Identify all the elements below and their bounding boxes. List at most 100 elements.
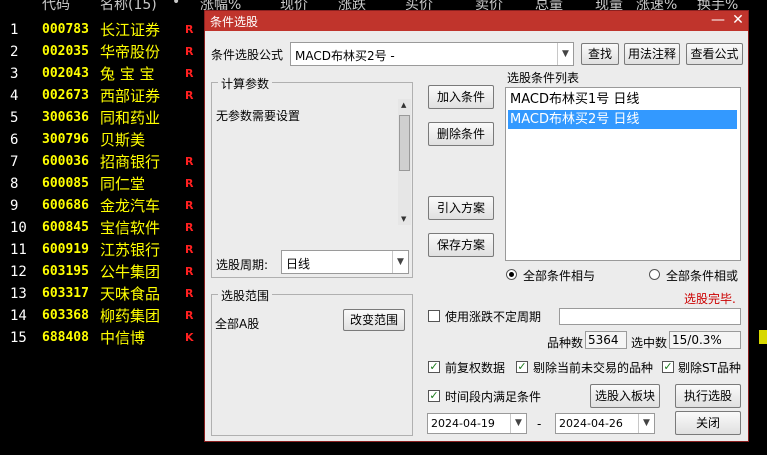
stock-code: 600036: [42, 154, 89, 169]
stock-index: 13: [10, 286, 27, 302]
stock-code: 000783: [42, 22, 89, 37]
stock-name: 贝斯美: [100, 131, 146, 149]
condition-list[interactable]: MACD布林买1号 日线 MACD布林买2号 日线: [505, 87, 741, 261]
stock-index: 2: [10, 44, 19, 60]
irregular-period-field[interactable]: [559, 308, 741, 325]
stock-name: 宝信软件: [100, 219, 161, 237]
irregular-period-checkbox[interactable]: [428, 310, 440, 322]
range-group-title: 选股范围: [218, 287, 273, 304]
stock-index: 6: [10, 132, 19, 148]
stock-code: 002673: [42, 88, 89, 103]
stock-mark: R: [185, 45, 194, 58]
forward-adjust-label: 前复权数据: [445, 361, 506, 375]
radio-or[interactable]: [649, 269, 660, 280]
stock-name: 同和药业: [100, 109, 161, 127]
stock-code: 603317: [42, 286, 89, 301]
count-label: 品种数: [547, 336, 584, 350]
scroll-down-icon[interactable]: ▼: [401, 215, 406, 223]
stock-index: 3: [10, 66, 19, 82]
chevron-down-icon[interactable]: ▼: [557, 43, 573, 65]
stock-mark: K: [185, 331, 194, 344]
time-range-label: 时间段内满足条件: [445, 390, 542, 404]
condition-list-title: 选股条件列表: [507, 71, 580, 85]
dialog-titlebar[interactable]: 条件选股 — ✕: [205, 11, 748, 31]
stock-name: 长江证券: [100, 21, 161, 39]
stock-code: 600686: [42, 198, 89, 213]
radio-and[interactable]: [506, 269, 517, 280]
import-plan-button[interactable]: 引入方案: [428, 196, 494, 220]
remove-st-checkbox[interactable]: ✓: [662, 361, 674, 373]
add-condition-button[interactable]: 加入条件: [428, 85, 494, 109]
minimize-icon[interactable]: —: [710, 12, 726, 29]
col-header-name[interactable]: 名称(15): [100, 0, 157, 14]
stock-mark: R: [185, 23, 194, 36]
stock-mark: R: [185, 89, 194, 102]
stock-index: 12: [10, 264, 27, 280]
formula-select[interactable]: MACD布林买2号 - ▼: [290, 42, 574, 66]
stock-mark: R: [185, 67, 194, 80]
date-from-chevron-icon[interactable]: ▼: [510, 414, 526, 433]
stock-name: 兔 宝 宝: [100, 65, 155, 83]
usage-notes-button[interactable]: 用法注释: [624, 43, 680, 65]
selected-field: 15/0.3%: [669, 331, 741, 349]
range-value: 全部A股: [215, 317, 260, 331]
date-to-picker[interactable]: 2024-04-26 ▼: [555, 413, 655, 434]
date-to-chevron-icon[interactable]: ▼: [638, 414, 654, 433]
stock-name: 中信博: [100, 329, 146, 347]
params-scrollbar[interactable]: ▲ ▼: [398, 99, 411, 225]
formula-value: MACD布林买2号 -: [295, 49, 395, 63]
close-button[interactable]: 关闭: [675, 411, 741, 435]
period-select[interactable]: 日线 ▼: [281, 250, 409, 274]
stock-code: 600845: [42, 220, 89, 235]
scroll-up-icon[interactable]: ▲: [401, 101, 406, 109]
date-to-value: 2024-04-26: [559, 417, 623, 430]
change-range-button[interactable]: 改变范围: [343, 309, 405, 331]
stock-mark: R: [185, 177, 194, 190]
delete-condition-button[interactable]: 删除条件: [428, 122, 494, 146]
scroll-thumb[interactable]: [399, 115, 410, 171]
stock-code: 300636: [42, 110, 89, 125]
stock-index: 14: [10, 308, 27, 324]
radio-and-label: 全部条件相与: [523, 269, 596, 283]
period-value: 日线: [286, 257, 311, 271]
condition-list-item[interactable]: MACD布林买2号 日线: [508, 110, 737, 129]
save-plan-button[interactable]: 保存方案: [428, 233, 494, 257]
forward-adjust-checkbox[interactable]: ✓: [428, 361, 440, 373]
stock-mark: R: [185, 287, 194, 300]
execute-selection-button[interactable]: 执行选股: [675, 384, 741, 408]
stock-name: 华帝股份: [100, 43, 161, 61]
condition-list-item[interactable]: MACD布林买1号 日线: [508, 90, 737, 109]
remove-untraded-checkbox[interactable]: ✓: [516, 361, 528, 373]
stock-code: 603195: [42, 264, 89, 279]
close-icon[interactable]: ✕: [730, 12, 746, 29]
date-from-picker[interactable]: 2024-04-19 ▼: [427, 413, 527, 434]
range-group: 选股范围 全部A股 改变范围: [211, 287, 413, 436]
add-to-board-button[interactable]: 选股入板块: [590, 384, 660, 408]
stock-mark: R: [185, 221, 194, 234]
params-group: 计算参数 无参数需要设置 ▲ ▼ 选股周期: 日线 ▼: [211, 75, 413, 278]
stock-name: 江苏银行: [100, 241, 161, 259]
dialog-title: 条件选股: [210, 15, 259, 29]
stock-index: 4: [10, 88, 19, 104]
stock-mark: R: [185, 243, 194, 256]
stock-name: 柳药集团: [100, 307, 161, 325]
view-formula-button[interactable]: 查看公式: [686, 43, 743, 65]
period-chevron-down-icon[interactable]: ▼: [392, 251, 408, 273]
count-field: 5364: [585, 331, 627, 349]
time-range-checkbox[interactable]: ✓: [428, 390, 440, 402]
status-text: 选股完毕.: [684, 292, 736, 306]
params-text: 无参数需要设置: [216, 109, 301, 123]
stock-code: 688408: [42, 330, 89, 345]
find-button[interactable]: 查找: [581, 43, 619, 65]
stock-name: 金龙汽车: [100, 197, 161, 215]
stock-index: 8: [10, 176, 19, 192]
stock-index: 10: [10, 220, 27, 236]
col-header-code[interactable]: 代码: [42, 0, 70, 14]
stock-name: 公牛集团: [100, 263, 161, 281]
col-header-dot: •: [172, 0, 181, 10]
stock-index: 7: [10, 154, 19, 170]
stock-name: 西部证券: [100, 87, 161, 105]
stock-mark: R: [185, 155, 194, 168]
count-value: 5364: [588, 333, 619, 347]
stock-code: 002035: [42, 44, 89, 59]
